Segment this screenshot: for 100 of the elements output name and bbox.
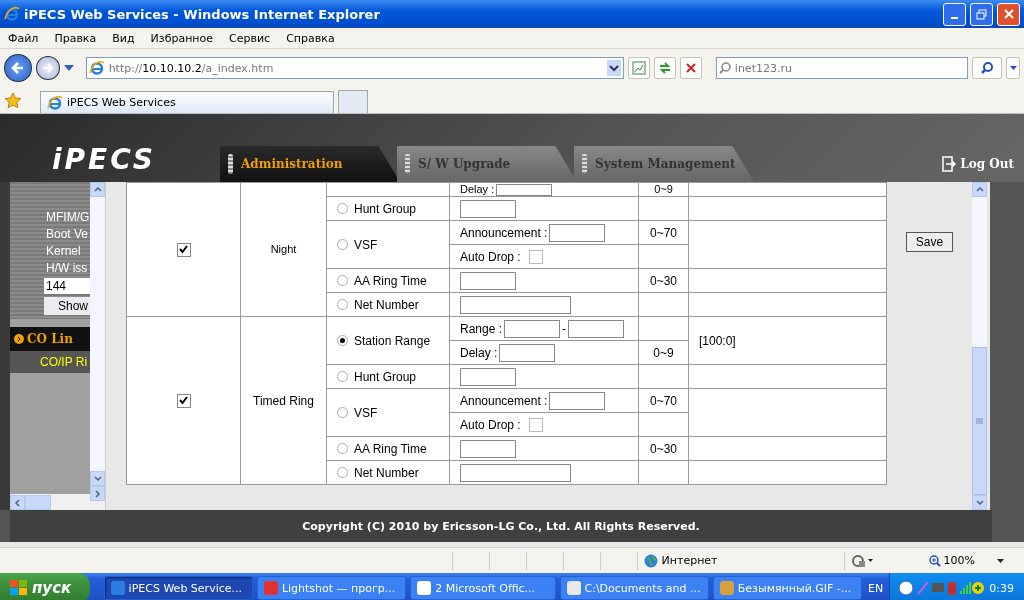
dropdown-button[interactable] bbox=[1006, 57, 1020, 79]
taskbar-button[interactable]: 2 Microsoft Offic... bbox=[410, 576, 556, 600]
option-label: VSF bbox=[354, 405, 378, 420]
field-label: Announcement : bbox=[460, 225, 548, 240]
text-field[interactable] bbox=[499, 343, 556, 362]
scroll-up-button[interactable] bbox=[90, 182, 105, 197]
option-label: Station Range bbox=[354, 333, 431, 348]
section-header[interactable]: CO Lin bbox=[10, 327, 90, 351]
checkbox[interactable] bbox=[528, 417, 543, 432]
minimize-icon bbox=[951, 17, 958, 19]
language-indicator[interactable]: EN bbox=[862, 581, 890, 595]
taskbar-button[interactable]: C:\Documents and ... bbox=[559, 576, 709, 600]
option-label: AA Ring Time bbox=[354, 273, 427, 288]
forward-button[interactable] bbox=[35, 56, 60, 80]
browser-tab[interactable]: iPECS Web Services bbox=[40, 91, 334, 113]
menu-item[interactable]: Файл bbox=[0, 31, 47, 45]
favorites-star-icon[interactable] bbox=[4, 92, 22, 110]
menu-item[interactable]: Избранное bbox=[142, 31, 222, 45]
checkbox[interactable] bbox=[176, 242, 191, 257]
logout-link[interactable]: Log Out bbox=[942, 156, 1014, 172]
radio-button[interactable] bbox=[337, 467, 348, 478]
search-field[interactable]: inet123.ru bbox=[715, 57, 969, 79]
chart-icon bbox=[632, 61, 647, 75]
text-field[interactable] bbox=[496, 183, 553, 196]
taskbar-button[interactable]: Безымянный.GIF -... bbox=[712, 576, 863, 600]
zoom-control[interactable]: 100% bbox=[920, 554, 983, 567]
address-field[interactable]: http://10.10.10.2/a_index.htm bbox=[85, 57, 625, 79]
forward-arrow-icon bbox=[41, 62, 54, 74]
text-field[interactable] bbox=[460, 271, 516, 290]
scroll-right-button[interactable] bbox=[90, 486, 105, 501]
text-field[interactable] bbox=[460, 295, 571, 314]
text-field[interactable] bbox=[460, 463, 571, 482]
scrollbar-thumb[interactable] bbox=[972, 347, 987, 495]
close-icon bbox=[1003, 9, 1014, 19]
range-separator: - bbox=[562, 321, 567, 336]
dropdown-icon[interactable] bbox=[997, 558, 1004, 563]
scroll-down-button[interactable] bbox=[972, 495, 987, 510]
new-tab-button[interactable] bbox=[338, 90, 368, 113]
show-button[interactable]: Show bbox=[44, 297, 90, 315]
scroll-down-button[interactable] bbox=[90, 471, 105, 486]
sidebar-item[interactable]: CO/IP Ri bbox=[10, 351, 90, 373]
text-field[interactable] bbox=[460, 367, 516, 386]
range-hint: 0~9 bbox=[654, 183, 673, 195]
tray-icons-drawing[interactable] bbox=[898, 580, 985, 596]
radio-button[interactable] bbox=[337, 275, 348, 286]
arrow-bullet-icon bbox=[14, 334, 24, 344]
scroll-left-button[interactable] bbox=[10, 494, 25, 510]
caret-icon bbox=[1009, 66, 1017, 70]
menu-item[interactable]: Вид bbox=[104, 31, 143, 45]
number-field[interactable]: 144 bbox=[44, 278, 90, 294]
text-field[interactable] bbox=[460, 439, 516, 458]
back-button[interactable] bbox=[4, 54, 32, 82]
radio-button[interactable] bbox=[337, 239, 348, 250]
menu-item[interactable]: Справка bbox=[278, 31, 343, 45]
text-field[interactable] bbox=[504, 319, 561, 338]
option-label: Hunt Group bbox=[354, 369, 417, 384]
ie-logo-icon bbox=[4, 6, 20, 22]
menu-item[interactable]: Правка bbox=[46, 31, 105, 45]
radio-button[interactable] bbox=[337, 335, 348, 346]
menu-item[interactable]: Сервис bbox=[221, 31, 279, 45]
field-label: Auto Drop : bbox=[460, 417, 521, 432]
start-button[interactable]: пуск bbox=[0, 573, 90, 600]
option-label: Net Number bbox=[354, 465, 419, 480]
window-title: iPECS Web Services - Windows Internet Explorer bbox=[24, 6, 381, 22]
taskbar-button[interactable]: iPECS Web Service... bbox=[103, 576, 253, 600]
scrollbar-thumb[interactable] bbox=[25, 494, 51, 510]
app-tab[interactable]: Administration bbox=[220, 146, 400, 182]
restore-button[interactable] bbox=[970, 2, 993, 26]
app-icon bbox=[110, 581, 125, 595]
close-button[interactable] bbox=[997, 2, 1020, 26]
text-field[interactable] bbox=[549, 223, 606, 242]
range-hint: 0~9 bbox=[653, 345, 674, 360]
save-button[interactable]: Save bbox=[906, 232, 953, 252]
text-field[interactable] bbox=[549, 391, 606, 410]
search-button[interactable] bbox=[972, 57, 1003, 79]
search-icon bbox=[718, 62, 731, 74]
option-label: Net Number bbox=[354, 297, 419, 312]
range-hint: 0~30 bbox=[650, 441, 677, 456]
radio-button[interactable] bbox=[337, 203, 348, 214]
radio-button[interactable] bbox=[337, 443, 348, 454]
text-field[interactable] bbox=[568, 319, 625, 338]
clock: 0:39 bbox=[989, 581, 1014, 595]
taskbar-button[interactable]: Lightshot — прогр... bbox=[256, 576, 407, 600]
radio-button[interactable] bbox=[337, 371, 348, 382]
field-label: Auto Drop : bbox=[460, 249, 521, 264]
info-label: Boot Ve bbox=[46, 227, 90, 241]
radio-button[interactable] bbox=[337, 299, 348, 310]
checkbox[interactable] bbox=[528, 249, 543, 264]
refresh-button[interactable] bbox=[654, 57, 676, 79]
radio-button[interactable] bbox=[337, 407, 348, 418]
stop-button[interactable] bbox=[679, 57, 702, 79]
field-label: Range : bbox=[460, 321, 503, 336]
app-icon bbox=[417, 581, 432, 595]
field-label: Announcement : bbox=[460, 393, 548, 408]
scroll-up-button[interactable] bbox=[972, 182, 987, 197]
text-field[interactable] bbox=[460, 199, 516, 218]
minimize-button[interactable] bbox=[943, 2, 966, 26]
ie-icon bbox=[88, 60, 105, 76]
checkbox[interactable] bbox=[176, 393, 191, 408]
app-icon bbox=[263, 581, 278, 595]
